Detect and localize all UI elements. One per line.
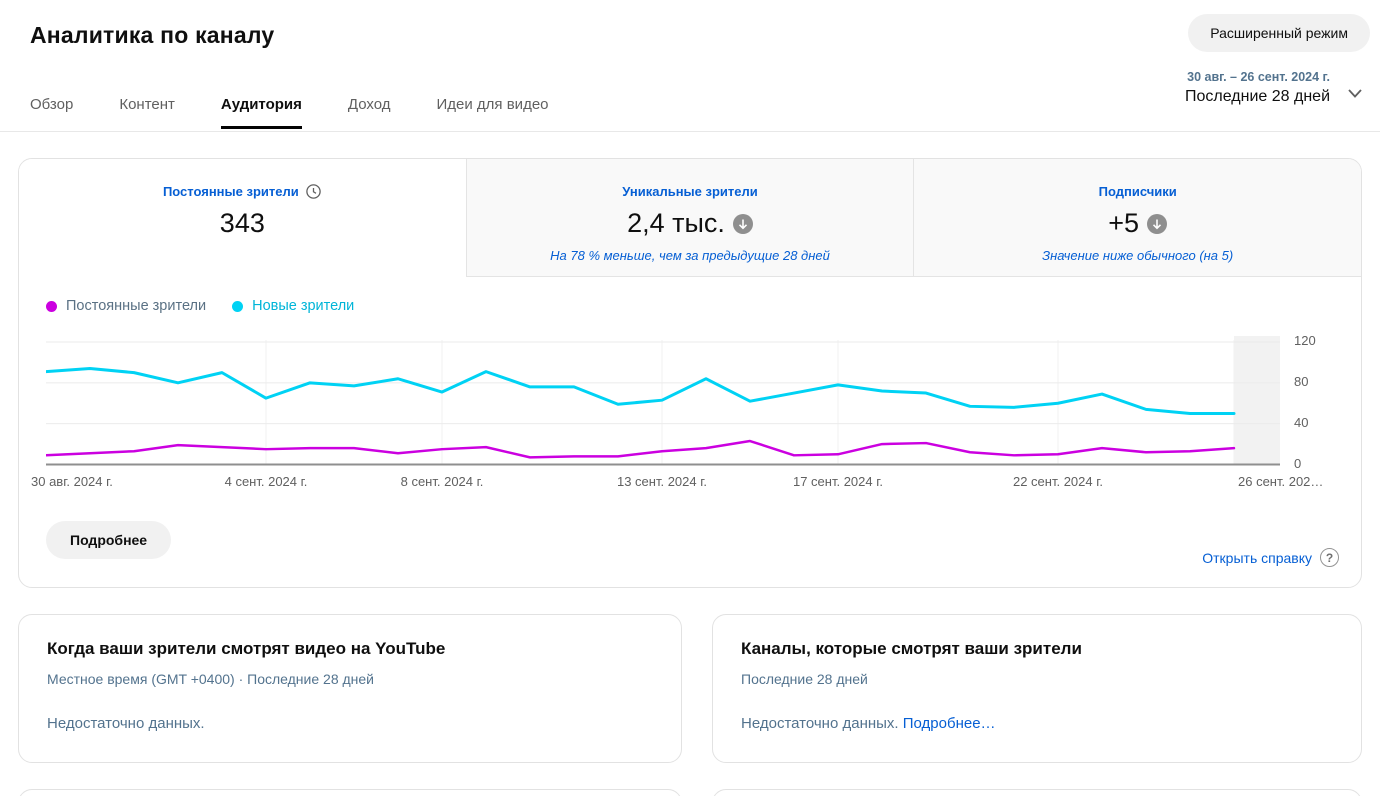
open-help-label: Открыть справку <box>1202 550 1312 566</box>
see-more-button[interactable]: Подробнее <box>46 521 171 559</box>
x-axis-tick: 26 сент. 202… <box>1238 474 1323 489</box>
y-axis-tick: 80 <box>1294 374 1308 389</box>
tab-revenue[interactable]: Доход <box>348 88 391 129</box>
card-subtitle: Местное время (GMT +0400) · Последние 28… <box>47 671 374 687</box>
legend-label: Новые зрители <box>252 298 354 314</box>
open-help-link[interactable]: Открыть справку ? <box>1202 548 1339 567</box>
advanced-mode-button[interactable]: Расширенный режим <box>1188 14 1370 52</box>
date-range-text: 30 авг. – 26 сент. 2024 г. <box>1185 70 1330 84</box>
tab-overview[interactable]: Обзор <box>30 88 73 129</box>
metric-label: Постоянные зрители <box>163 184 299 199</box>
header-divider <box>0 131 1380 132</box>
metric-tabs-row: Постоянные зрители 343 Уникальные зрител… <box>19 159 1361 277</box>
metric-note: Значение ниже обычного (на 5) <box>914 248 1361 263</box>
y-axis-tick: 0 <box>1294 456 1301 471</box>
metric-value: 2,4 тыс. <box>627 208 725 239</box>
legend-item-new-viewers: Новые зрители <box>232 298 354 314</box>
magenta-dot-icon <box>46 301 57 312</box>
insufficient-data-message: Недостаточно данных. <box>47 715 205 732</box>
down-trend-icon <box>733 214 753 234</box>
tab-content[interactable]: Контент <box>119 88 175 129</box>
metric-tab-unique-viewers[interactable]: Уникальные зрители 2,4 тыс. На 78 % мень… <box>466 159 914 277</box>
cyan-dot-icon <box>232 301 243 312</box>
card-title: Когда ваши зрители смотрят видео на YouT… <box>47 639 445 659</box>
y-axis-tick: 40 <box>1294 415 1308 430</box>
viewers-line-chart[interactable] <box>46 336 1280 466</box>
tab-video-ideas[interactable]: Идеи для видео <box>437 88 549 129</box>
metric-label: Подписчики <box>1099 184 1177 199</box>
legend-label: Постоянные зрители <box>66 298 206 314</box>
card-title: Каналы, которые смотрят ваши зрители <box>741 639 1082 659</box>
metric-tab-returning-viewers[interactable]: Постоянные зрители 343 <box>19 159 466 277</box>
date-range-picker[interactable]: 30 авг. – 26 сент. 2024 г. Последние 28 … <box>1185 70 1330 106</box>
metric-value: 343 <box>220 208 265 239</box>
y-axis-tick: 120 <box>1294 333 1316 348</box>
card-subtitle: Последние 28 дней <box>741 671 868 687</box>
legend-item-returning-viewers: Постоянные зрители <box>46 298 206 314</box>
date-preset-text: Последние 28 дней <box>1185 88 1330 106</box>
learn-more-link[interactable]: Подробнее… <box>903 715 996 732</box>
metric-tab-subscribers[interactable]: Подписчики +5 Значение ниже обычного (на… <box>913 159 1361 277</box>
audience-analytics-card: Постоянные зрители 343 Уникальные зрител… <box>18 158 1362 588</box>
x-axis-tick: 8 сент. 2024 г. <box>401 474 484 489</box>
x-axis-tick: 30 авг. 2024 г. <box>31 474 113 489</box>
metric-label: Уникальные зрители <box>622 184 757 199</box>
x-axis-tick: 13 сент. 2024 г. <box>617 474 707 489</box>
channel-analytics-page: Аналитика по каналу Расширенный режим Об… <box>0 0 1380 796</box>
x-axis-labels: 30 авг. 2024 г. 4 сент. 2024 г. 8 сент. 20… <box>19 474 1362 494</box>
help-question-icon: ? <box>1320 548 1339 567</box>
tab-audience[interactable]: Аудитория <box>221 88 302 129</box>
down-trend-icon <box>1147 214 1167 234</box>
page-title: Аналитика по каналу <box>30 22 274 49</box>
partial-card <box>18 789 682 796</box>
insufficient-data-message: Недостаточно данных. Подробнее… <box>741 715 996 732</box>
chevron-down-icon[interactable] <box>1344 82 1366 104</box>
metric-note: На 78 % меньше, чем за предыдущие 28 дне… <box>467 248 914 263</box>
x-axis-tick: 17 сент. 2024 г. <box>793 474 883 489</box>
channels-viewers-watch-card: Каналы, которые смотрят ваши зрители Пос… <box>712 614 1362 763</box>
analytics-nav-tabs: Обзор Контент Аудитория Доход Идеи для в… <box>30 88 549 129</box>
chart-legend: Постоянные зрители Новые зрители <box>46 298 354 314</box>
x-axis-tick: 4 сент. 2024 г. <box>225 474 308 489</box>
partial-card <box>712 789 1362 796</box>
clock-icon <box>305 183 322 200</box>
when-viewers-watch-card: Когда ваши зрители смотрят видео на YouT… <box>18 614 682 763</box>
metric-value: +5 <box>1108 208 1139 239</box>
x-axis-tick: 22 сент. 2024 г. <box>1013 474 1103 489</box>
